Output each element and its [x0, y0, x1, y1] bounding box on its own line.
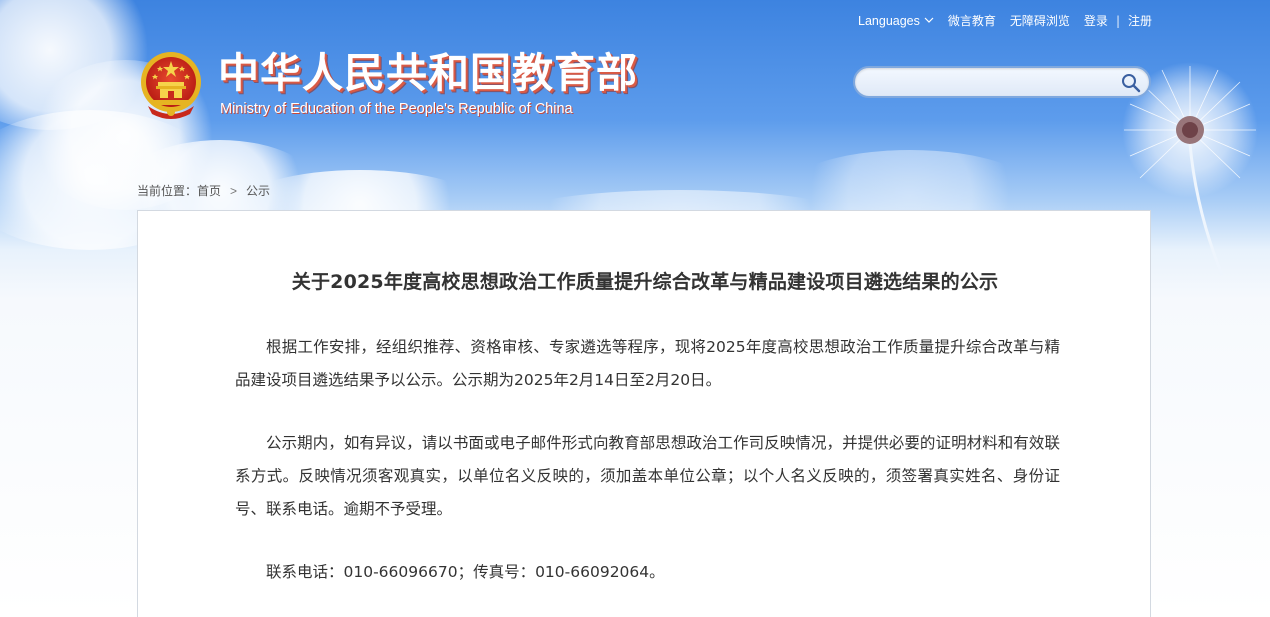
- breadcrumb-prefix: 当前位置：: [137, 184, 198, 198]
- article-title: 关于2025年度高校思想政治工作质量提升综合改革与精品建设项目遴选结果的公示: [291, 271, 999, 293]
- site-subtitle: Ministry of Education of the People's Re…: [220, 101, 573, 117]
- article-paragraph: 根据工作安排，经组织推荐、资格审核、专家遴选等程序，现将2025年度高校思想政治…: [235, 338, 1060, 389]
- chevron-down-icon: [924, 17, 934, 23]
- article-paragraph: 公示期内，如有异议，请以书面或电子邮件形式向教育部思想政治工作司反映情况，并提供…: [235, 434, 1060, 518]
- register-link[interactable]: 注册: [1128, 12, 1152, 29]
- link-separator: |: [1115, 13, 1120, 28]
- national-emblem-icon[interactable]: [138, 50, 204, 120]
- accessibility-link[interactable]: 无障碍浏览: [1010, 12, 1070, 29]
- breadcrumb-home-link[interactable]: 首页: [197, 182, 221, 199]
- search-input[interactable]: [867, 72, 1116, 94]
- page: Languages 微言教育 无障碍浏览 登录 | 注册 中华人民共和国教育部 …: [0, 0, 1270, 617]
- top-links-bar: Languages 微言教育 无障碍浏览 登录 | 注册: [858, 12, 1152, 29]
- breadcrumb-arrow: >: [230, 183, 238, 198]
- languages-label: Languages: [858, 13, 920, 28]
- breadcrumb-current-link[interactable]: 公示: [246, 182, 270, 199]
- breadcrumb: 当前位置： 首页 > 公示: [137, 182, 270, 199]
- search-icon[interactable]: [1120, 72, 1142, 94]
- weiyan-link[interactable]: 微言教育: [948, 12, 996, 29]
- article-card: 关于2025年度高校思想政治工作质量提升综合改革与精品建设项目遴选结果的公示 根…: [137, 210, 1151, 617]
- login-link[interactable]: 登录: [1084, 12, 1108, 29]
- site-title[interactable]: 中华人民共和国教育部: [218, 50, 638, 96]
- article-body: 根据工作安排，经组织推荐、资格审核、专家遴选等程序，现将2025年度高校思想政治…: [235, 331, 1060, 617]
- article-paragraph: 联系电话：010-66096670；传真号：010-66092064。: [266, 563, 665, 581]
- languages-dropdown[interactable]: Languages: [858, 14, 934, 28]
- search-box: [853, 66, 1151, 98]
